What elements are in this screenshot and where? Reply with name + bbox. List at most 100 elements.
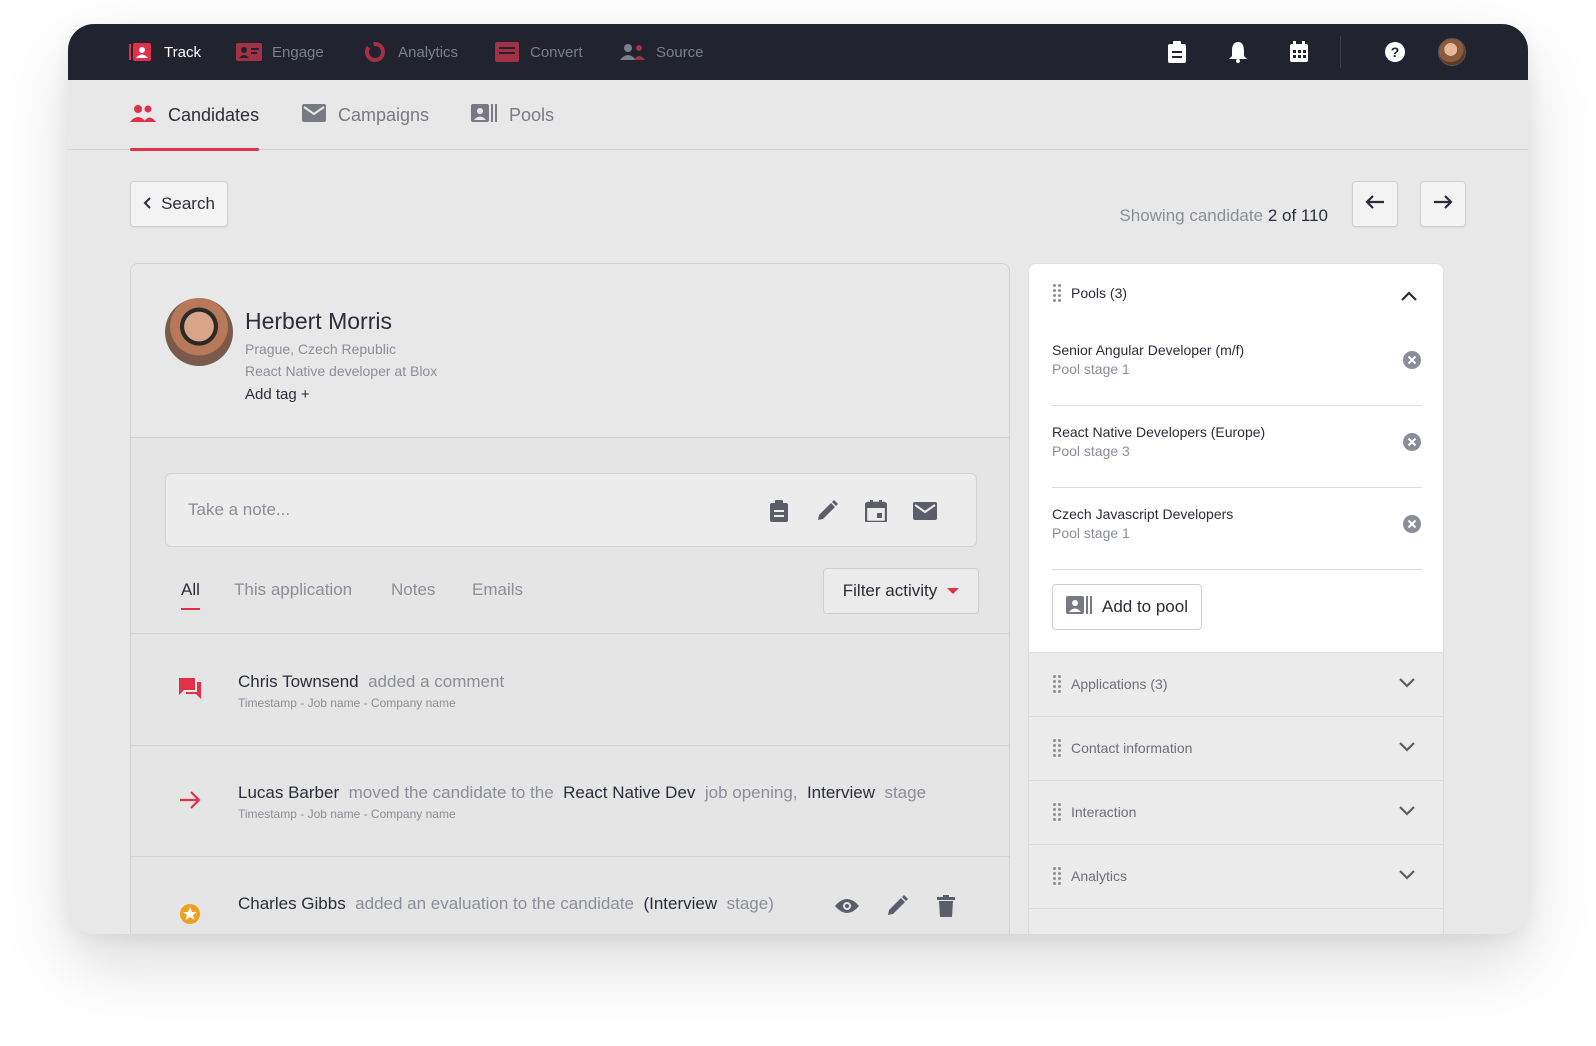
activity-actor: Chris Townsend [238,672,359,691]
pool-name: React Native Developers (Europe) [1052,424,1266,440]
add-tag-button[interactable]: Add tag + [245,386,310,403]
drag-handle-icon[interactable] [1053,867,1061,885]
help-icon[interactable]: ? [1383,40,1407,64]
next-candidate-button[interactable] [1420,181,1466,227]
accordion-applications[interactable]: Applications (3) [1028,653,1444,717]
activity-stage: (Interview [643,894,718,913]
activity-text: Lucas Barber moved the candidate to the … [238,783,926,803]
pool-item[interactable]: Senior Angular Developer (m/f) Pool stag… [1052,324,1422,406]
accordion-label: Contact information [1071,740,1193,756]
note-placeholder: Take a note... [188,500,291,519]
filter-activity-label: Filter activity [842,581,938,600]
accordion-interaction[interactable]: Interaction [1028,781,1444,845]
sub-navigation: Candidates Campaigns Pools [68,80,1528,151]
nav-analytics[interactable]: Analytics [362,24,458,80]
remove-icon[interactable] [1402,350,1422,370]
tab-campaigns[interactable]: Campaigns [302,80,429,150]
chevron-left-icon [143,194,153,214]
activity-action-2: job opening, [704,783,798,802]
eye-icon[interactable] [833,892,861,920]
activity-text: Charles Gibbs added an evaluation to the… [238,894,774,914]
back-button-label: Search [161,194,215,213]
clipboard-icon[interactable] [1165,40,1189,64]
filter-tab-emails[interactable]: Emails [472,580,523,600]
candidate-profile: Herbert Morris Prague, Czech Republic Re… [131,264,1009,438]
arrow-right-icon [1433,194,1453,214]
accordion-contact-information[interactable]: Contact information [1028,717,1444,781]
accordion-label: Analytics [1071,868,1128,884]
pool-name: Senior Angular Developer (m/f) [1052,342,1245,358]
tab-candidates-label: Candidates [168,104,260,125]
drag-handle-icon[interactable] [1053,284,1061,302]
comment-icon [177,676,203,702]
tab-pools[interactable]: Pools [471,80,554,150]
previous-candidate-button[interactable] [1352,181,1398,227]
activity-item: Chris Townsend added a comment Timestamp… [131,634,1009,746]
nav-source[interactable]: Source [620,24,704,80]
accordion-more[interactable] [1028,909,1444,934]
side-panel: Pools (3) Senior Angular Developer (m/f)… [1028,263,1444,934]
filter-tab-this-application[interactable]: This application [234,580,352,600]
source-icon [620,42,646,62]
drag-handle-icon[interactable] [1053,803,1061,821]
chevron-down-icon [1399,803,1417,821]
add-to-pool-label: Add to pool [1101,597,1188,616]
nav-track-label: Track [164,43,201,61]
accordion-analytics[interactable]: Analytics [1028,845,1444,909]
candidate-card: Herbert Morris Prague, Czech Republic Re… [130,263,1010,934]
counter-prefix: Showing candidate [1119,206,1264,225]
nav-convert[interactable]: Convert [494,24,583,80]
people-icon [130,104,156,127]
tab-pools-label: Pools [509,104,555,125]
track-icon [128,42,154,62]
chevron-up-icon[interactable] [1401,288,1417,306]
analytics-icon [362,42,388,62]
note-input[interactable]: Take a note... [165,473,977,547]
convert-icon [494,42,520,62]
nav-track[interactable]: Track [128,24,201,80]
pools-section: Pools (3) Senior Angular Developer (m/f)… [1028,263,1444,653]
activity-item: Charles Gibbs added an evaluation to the… [131,856,1009,934]
bell-icon[interactable] [1226,40,1250,64]
pool-item[interactable]: Czech Javascript Developers Pool stage 1 [1052,488,1422,570]
activity-item: Lucas Barber moved the candidate to the … [131,745,1009,857]
candidate-location: Prague, Czech Republic [245,341,396,357]
candidate-name: Herbert Morris [245,308,392,334]
nav-engage[interactable]: Engage [236,24,324,80]
calendar-icon[interactable] [1287,40,1311,64]
top-navigation: Track Engage Analytics Convert Source ? [68,24,1528,80]
back-to-search-button[interactable]: Search [130,181,228,227]
filter-tab-notes[interactable]: Notes [391,580,435,600]
candidate-photo [165,298,233,366]
calendar-icon[interactable] [863,498,889,524]
clipboard-icon[interactable] [766,498,792,524]
add-to-pool-button[interactable]: Add to pool [1052,584,1202,630]
filter-activity-dropdown[interactable]: Filter activity [823,568,979,614]
pool-stage: Pool stage 1 [1052,361,1130,377]
activity-text: Chris Townsend added a comment [238,672,504,692]
trash-icon[interactable] [932,892,960,920]
star-badge-icon [177,901,203,927]
activity-meta: Timestamp - Job name - Company name [238,696,456,710]
drag-handle-icon[interactable] [1053,739,1061,757]
app-window: Track Engage Analytics Convert Source ? … [68,24,1528,934]
remove-icon[interactable] [1402,514,1422,534]
tab-candidates[interactable]: Candidates [130,80,260,151]
chevron-down-icon [1399,739,1417,757]
drag-handle-icon[interactable] [1053,675,1061,693]
remove-icon[interactable] [1402,432,1422,452]
pencil-icon[interactable] [883,892,911,920]
nav-engage-label: Engage [272,43,324,61]
pool-item[interactable]: React Native Developers (Europe) Pool st… [1052,406,1422,488]
svg-text:?: ? [1391,44,1400,60]
pools-header[interactable]: Pools (3) [1053,284,1127,302]
envelope-icon[interactable] [912,498,938,524]
pools-title: Pools (3) [1071,285,1128,301]
pencil-icon[interactable] [814,498,840,524]
user-avatar[interactable] [1438,38,1466,66]
activity-actor: Lucas Barber [238,783,340,802]
candidate-counter: Showing candidate 2 of 110 [1119,206,1328,226]
candidate-title: React Native developer at Blox [245,363,438,379]
filter-tab-all[interactable]: All [181,580,200,610]
chevron-down-icon [1399,867,1417,885]
